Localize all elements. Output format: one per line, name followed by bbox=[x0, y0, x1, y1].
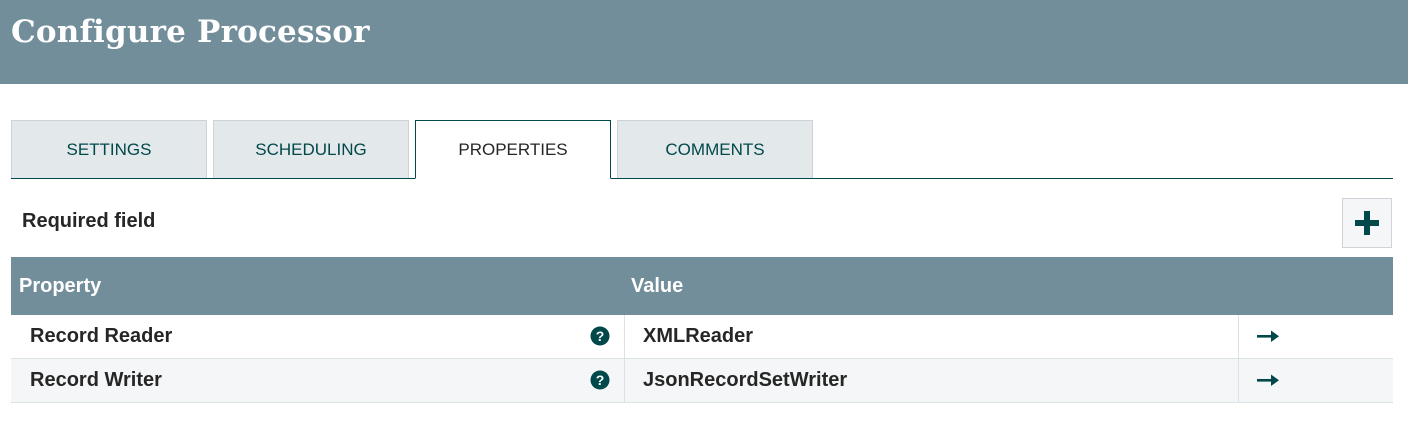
property-value[interactable]: JsonRecordSetWriter bbox=[643, 359, 847, 402]
column-header-value[interactable]: Value bbox=[631, 257, 683, 315]
svg-text:?: ? bbox=[596, 328, 605, 344]
plus-icon bbox=[1355, 211, 1379, 235]
question-circle-icon[interactable]: ? bbox=[590, 326, 610, 346]
column-divider bbox=[624, 359, 625, 402]
column-divider bbox=[624, 315, 625, 358]
tab-settings[interactable]: SETTINGS bbox=[11, 120, 207, 178]
arrow-right-icon[interactable] bbox=[1256, 371, 1280, 389]
column-divider bbox=[1238, 359, 1239, 402]
properties-table: Property Value Record Reader ? XMLReader… bbox=[11, 257, 1393, 403]
tab-comments[interactable]: COMMENTS bbox=[617, 120, 813, 178]
dialog-title: Configure Processor bbox=[11, 14, 370, 50]
add-property-button[interactable] bbox=[1342, 198, 1392, 248]
table-row[interactable]: Record Reader ? XMLReader bbox=[11, 315, 1393, 359]
tab-scheduling[interactable]: SCHEDULING bbox=[213, 120, 409, 178]
arrow-right-icon[interactable] bbox=[1256, 327, 1280, 345]
table-header: Property Value bbox=[11, 257, 1393, 315]
column-divider bbox=[1238, 315, 1239, 358]
svg-text:?: ? bbox=[596, 372, 605, 388]
table-row[interactable]: Record Writer ? JsonRecordSetWriter bbox=[11, 359, 1393, 403]
required-field-label: Required field bbox=[22, 210, 156, 232]
property-value[interactable]: XMLReader bbox=[643, 315, 753, 358]
question-circle-icon[interactable]: ? bbox=[590, 370, 610, 390]
tab-divider bbox=[11, 178, 1393, 179]
column-header-property[interactable]: Property bbox=[19, 257, 101, 315]
tab-properties[interactable]: PROPERTIES bbox=[415, 120, 611, 179]
property-name: Record Reader bbox=[30, 325, 173, 347]
property-name: Record Writer bbox=[30, 369, 162, 391]
tab-bar: SETTINGS SCHEDULING PROPERTIES COMMENTS bbox=[11, 120, 1393, 179]
dialog-header: Configure Processor bbox=[0, 0, 1408, 84]
